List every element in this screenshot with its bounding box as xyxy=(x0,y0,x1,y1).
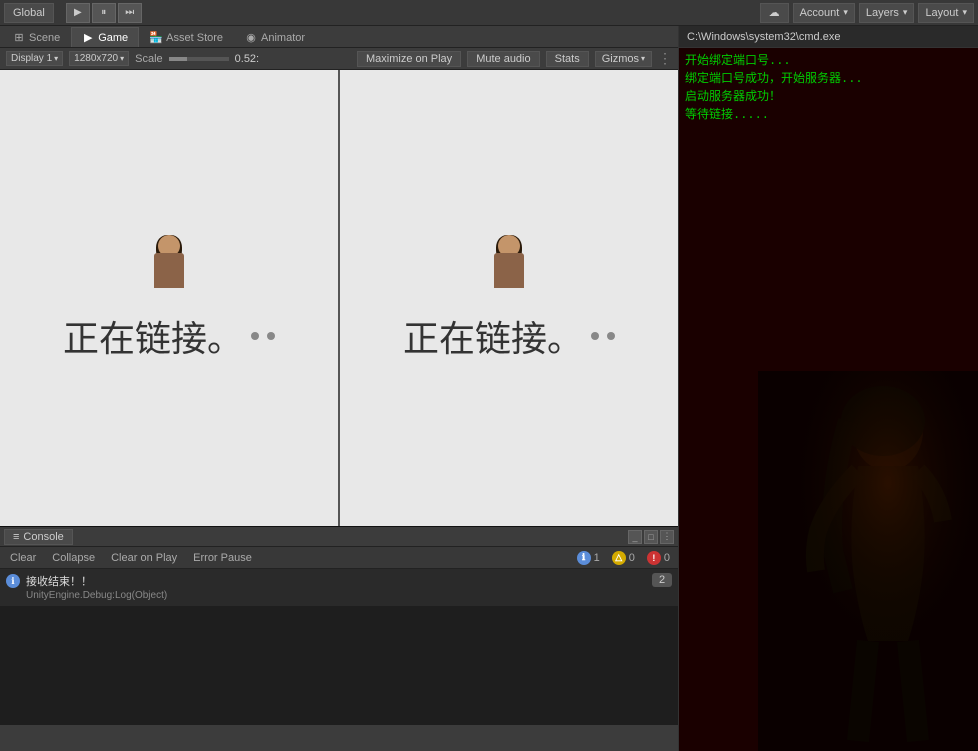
char-body-left xyxy=(154,253,184,288)
log-line1: 接收结束！！ xyxy=(26,573,167,589)
char-body-right xyxy=(494,253,524,288)
log-line2: UnityEngine.Debug:Log(Object) xyxy=(26,590,167,601)
terminal-line-0: 开始绑定端口号... xyxy=(685,52,972,70)
cloud-button[interactable]: ☁ xyxy=(760,3,789,23)
character-right xyxy=(482,235,537,310)
connecting-text-right: 正在链接。 xyxy=(403,310,615,362)
top-toolbar: Global ▶ ⏸ ⏭ ☁ Account Layers Layout xyxy=(0,0,978,26)
main-layout: ⊞ Scene ▶ Game 🏪 Asset Store ◉ Animator … xyxy=(0,26,978,725)
game-controls-bar: Display 1 1280x720 Scale 0.52: Maximize … xyxy=(0,48,678,70)
error-icon: ! xyxy=(647,551,661,565)
warn-count-value: 0 xyxy=(629,552,635,564)
maximize-on-play-button[interactable]: Maximize on Play xyxy=(357,51,461,67)
play-button[interactable]: ▶ xyxy=(66,3,90,23)
terminal-line-1: 绑定端口号成功，开始服务器... xyxy=(685,70,972,88)
console-tab-icon: ≡ xyxy=(13,531,19,543)
log-info-icon: ℹ xyxy=(6,574,20,588)
console-tab-label: Console xyxy=(23,531,63,543)
dot2-right xyxy=(607,332,615,340)
gizmos-dropdown[interactable]: Gizmos xyxy=(595,51,652,67)
game-panel-left: 正在链接。 xyxy=(0,70,338,526)
dot1-left xyxy=(251,332,259,340)
tab-bar: ⊞ Scene ▶ Game 🏪 Asset Store ◉ Animator xyxy=(0,26,678,48)
connecting-text-left: 正在链接。 xyxy=(63,310,275,362)
terminal-title: C:\Windows\system32\cmd.exe xyxy=(687,31,840,43)
console-minimize-button[interactable]: _ xyxy=(628,530,642,544)
console-header: ≡ Console _ □ ⋮ xyxy=(0,527,678,547)
log-item[interactable]: ℹ 接收结束！！ UnityEngine.Debug:Log(Object) 2 xyxy=(0,569,678,606)
layout-dropdown[interactable]: Layout xyxy=(918,3,974,23)
tab-asset-store-label: Asset Store xyxy=(166,32,223,44)
tab-scene[interactable]: ⊞ Scene xyxy=(2,27,71,47)
tab-animator-label: Animator xyxy=(261,32,305,44)
console-toolbar: Clear Collapse Clear on Play Error Pause… xyxy=(0,547,678,569)
console-clear-button[interactable]: Clear xyxy=(4,550,42,566)
connecting-chars-right: 正在链接。 xyxy=(403,310,583,362)
warn-icon: △ xyxy=(612,551,626,565)
console-error-pause-button[interactable]: Error Pause xyxy=(187,550,258,566)
error-count-value: 0 xyxy=(664,552,670,564)
terminal-line-2: 启动服务器成功！ xyxy=(685,88,972,106)
terminal-header: C:\Windows\system32\cmd.exe xyxy=(679,26,978,48)
animator-icon: ◉ xyxy=(245,32,257,44)
transport-controls: ▶ ⏸ ⏭ xyxy=(66,3,142,23)
scale-value: 0.52: xyxy=(235,53,259,65)
silhouette-area xyxy=(758,371,978,751)
terminal-line-3: 等待链接..... xyxy=(685,106,972,124)
info-count-value: 1 xyxy=(594,552,600,564)
overflow-icon: ⋮ xyxy=(658,50,672,67)
dot2-left xyxy=(267,332,275,340)
global-button[interactable]: Global xyxy=(4,3,54,23)
console-maximize-button[interactable]: □ xyxy=(644,530,658,544)
layers-dropdown[interactable]: Layers xyxy=(859,3,915,23)
asset-store-icon: 🏪 xyxy=(150,32,162,44)
terminal-panel: C:\Windows\system32\cmd.exe 开始绑定端口号... 绑… xyxy=(678,26,978,751)
step-button[interactable]: ⏭ xyxy=(118,3,142,23)
info-count: ℹ 1 xyxy=(573,551,604,565)
silhouette-svg xyxy=(758,371,978,751)
game-icon: ▶ xyxy=(82,32,94,44)
character-left xyxy=(142,235,197,310)
game-panel-right: 正在链接。 xyxy=(338,70,678,526)
cloud-icon: ☁ xyxy=(769,6,780,19)
viewport-area: 正在链接。 正在链接。 xyxy=(0,70,678,526)
console-area: ≡ Console _ □ ⋮ Clear Collapse Clear on … xyxy=(0,526,678,725)
tab-scene-label: Scene xyxy=(29,32,60,44)
scale-label: Scale xyxy=(135,53,163,65)
resolution-select[interactable]: 1280x720 xyxy=(69,51,129,66)
log-count-badge: 2 xyxy=(652,573,672,587)
log-text: 接收结束！！ UnityEngine.Debug:Log(Object) xyxy=(26,573,167,601)
account-dropdown[interactable]: Account xyxy=(793,3,855,23)
game-view: Display 1 1280x720 Scale 0.52: Maximize … xyxy=(0,48,678,526)
console-close-button[interactable]: ⋮ xyxy=(660,530,674,544)
console-collapse-button[interactable]: Collapse xyxy=(46,550,101,566)
scale-slider-fill xyxy=(169,57,187,61)
tab-game[interactable]: ▶ Game xyxy=(71,27,139,47)
tab-animator[interactable]: ◉ Animator xyxy=(234,27,316,47)
connecting-chars-left: 正在链接。 xyxy=(63,310,243,362)
console-content: ℹ 接收结束！！ UnityEngine.Debug:Log(Object) 2 xyxy=(0,569,678,725)
warn-count: △ 0 xyxy=(608,551,639,565)
tab-game-label: Game xyxy=(98,32,128,44)
console-clear-on-play-button[interactable]: Clear on Play xyxy=(105,550,183,566)
tab-asset-store[interactable]: 🏪 Asset Store xyxy=(139,27,234,47)
terminal-content: 开始绑定端口号... 绑定端口号成功，开始服务器... 启动服务器成功！ 等待链… xyxy=(679,48,978,128)
pause-button[interactable]: ⏸ xyxy=(92,3,116,23)
console-header-controls: _ □ ⋮ xyxy=(628,530,674,544)
info-icon: ℹ xyxy=(577,551,591,565)
console-tab[interactable]: ≡ Console xyxy=(4,529,73,545)
stats-button[interactable]: Stats xyxy=(546,51,589,67)
error-count: ! 0 xyxy=(643,551,674,565)
scale-slider[interactable] xyxy=(169,57,229,61)
display-select[interactable]: Display 1 xyxy=(6,51,63,66)
left-content: ⊞ Scene ▶ Game 🏪 Asset Store ◉ Animator … xyxy=(0,26,678,725)
mute-audio-button[interactable]: Mute audio xyxy=(467,51,539,67)
dot1-right xyxy=(591,332,599,340)
scene-icon: ⊞ xyxy=(13,32,25,44)
